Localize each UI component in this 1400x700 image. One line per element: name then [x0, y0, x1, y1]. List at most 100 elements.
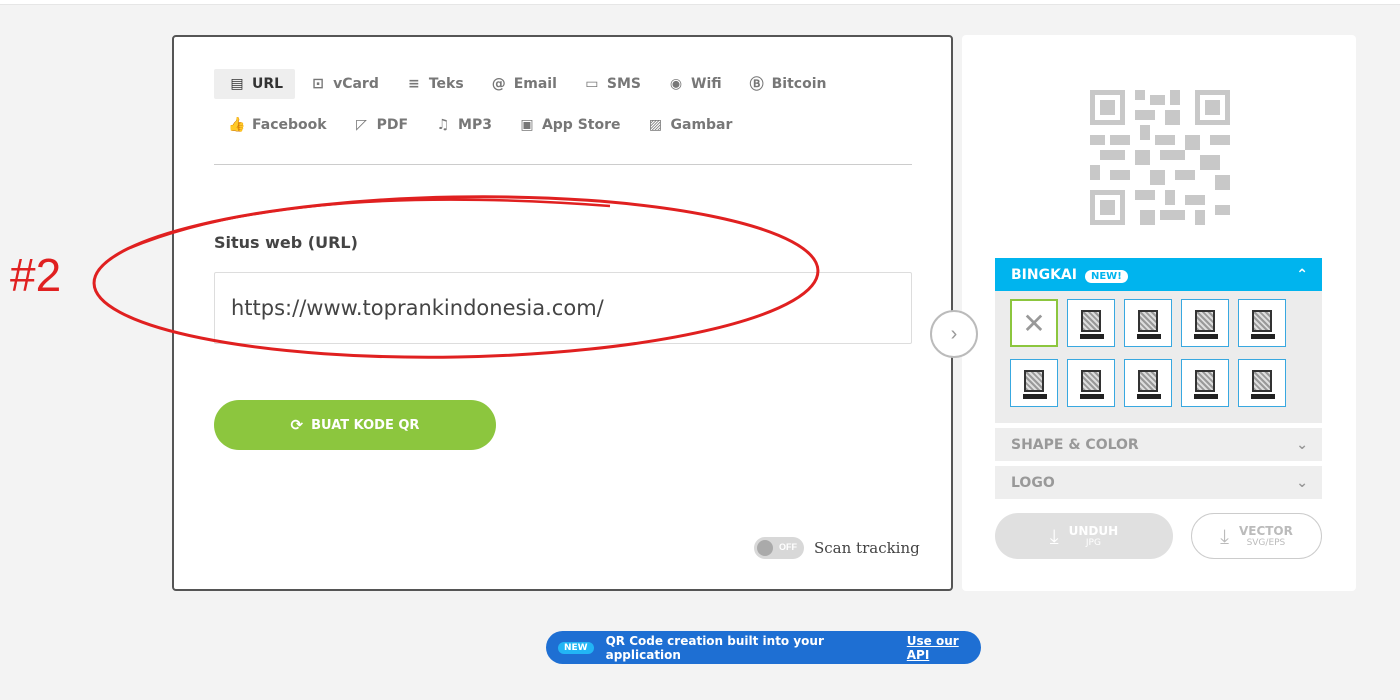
tab-facebook[interactable]: 👍 Facebook: [214, 110, 339, 140]
generate-qr-button[interactable]: ⟳ BUAT KODE QR: [214, 400, 496, 450]
toggle-knob: [757, 540, 773, 556]
text-icon: ≡: [407, 76, 420, 92]
tab-vcard[interactable]: ⊡ vCard: [295, 69, 391, 99]
pdf-icon: ◸: [356, 117, 367, 133]
download-vector-format: SVG/EPS: [1246, 538, 1286, 548]
frame-option[interactable]: [1067, 299, 1115, 347]
tab-gambar[interactable]: ▨ Gambar: [633, 110, 745, 140]
logo-title: LOGO: [1011, 474, 1055, 491]
chevron-down-icon: ⌄: [1296, 436, 1308, 453]
download-jpg-label: UNDUH: [1068, 524, 1119, 538]
frame-option[interactable]: [1010, 359, 1058, 407]
qr-code-preview: [1090, 90, 1230, 225]
tab-wifi[interactable]: ◉ Wifi: [653, 69, 734, 99]
tab-label: MP3: [458, 117, 492, 133]
use-api-link[interactable]: Use our API: [907, 634, 981, 662]
message-icon: ▭: [585, 76, 599, 92]
frame-caption-bar: [1080, 394, 1104, 399]
frame-caption-bar: [1023, 394, 1047, 399]
app-store-icon: ▣: [520, 117, 534, 133]
frame-thumbnail: [1081, 370, 1101, 392]
top-bar: [0, 0, 1400, 5]
frame-caption-bar: [1251, 394, 1275, 399]
tab-mp3[interactable]: ♫ MP3: [420, 110, 504, 140]
frame-caption-bar: [1137, 334, 1161, 339]
tab-label: Teks: [428, 76, 464, 92]
tab-label: Email: [513, 76, 557, 92]
frame-thumbnail: [1024, 370, 1044, 392]
download-jpg-button[interactable]: ⤓ UNDUH JPG: [995, 513, 1173, 559]
tab-label: URL: [252, 76, 284, 92]
annotation-label: #2: [10, 249, 62, 301]
next-step-button[interactable]: ›: [930, 310, 978, 358]
tab-label: Gambar: [670, 117, 733, 133]
frame-title: BINGKAI: [1011, 266, 1077, 283]
bitcoin-icon: Ⓑ: [749, 77, 764, 93]
logo-accordion: LOGO ⌄: [995, 466, 1322, 499]
logo-header[interactable]: LOGO ⌄: [995, 466, 1322, 499]
frame-thumbnail: [1081, 310, 1101, 332]
frame-caption-bar: [1137, 394, 1161, 399]
frame-caption-bar: [1194, 394, 1218, 399]
shape-color-header[interactable]: SHAPE & COLOR ⌄: [995, 428, 1322, 461]
download-jpg-format: JPG: [1085, 538, 1101, 548]
tab-app-store[interactable]: ▣ App Store: [504, 110, 633, 140]
tab-label: App Store: [541, 117, 621, 133]
tab-bitcoin[interactable]: Ⓑ Bitcoin: [734, 69, 839, 99]
frame-thumbnail: [1195, 310, 1215, 332]
frame-caption-bar: [1251, 334, 1275, 339]
download-vector-button[interactable]: ⤓ VECTOR SVG/EPS: [1191, 513, 1322, 559]
tab-teks[interactable]: ≡ Teks: [391, 69, 476, 99]
scan-tracking-label: Scan tracking: [814, 539, 920, 557]
download-icon: ⤓: [1220, 524, 1229, 548]
tab-pdf[interactable]: ◸ PDF: [339, 110, 420, 140]
toggle-state: OFF: [779, 542, 797, 552]
generate-qr-label: BUAT KODE QR: [311, 417, 420, 433]
frame-accordion-header[interactable]: BINGKAI NEW! ⌃: [995, 258, 1322, 291]
frame-option[interactable]: [1238, 299, 1286, 347]
url-icon: ▤: [230, 76, 244, 92]
scan-tracking: OFF Scan tracking: [754, 537, 920, 559]
frame-option[interactable]: [1124, 299, 1172, 347]
frame-option[interactable]: [1238, 359, 1286, 407]
frame-thumbnail: [1252, 370, 1272, 392]
qr-type-tabs: ▤ URL ⊡ vCard ≡ Teks @ Email ▭ SMS ◉ Wifi Ⓑ Bitcoin 👍…: [214, 69, 914, 151]
tab-label: PDF: [376, 117, 409, 133]
tab-label: SMS: [606, 76, 642, 92]
frame-thumbnail: [1252, 310, 1272, 332]
api-new-badge: NEW: [558, 641, 594, 654]
frame-option[interactable]: [1181, 299, 1229, 347]
tab-label: Bitcoin: [771, 76, 827, 92]
frame-option[interactable]: [1181, 359, 1229, 407]
tab-row-1: ▤ URL ⊡ vCard ≡ Teks @ Email ▭ SMS ◉ Wifi Ⓑ Bitcoin: [214, 69, 914, 101]
tab-sms[interactable]: ▭ SMS: [569, 69, 653, 99]
thumbs-up-icon: 👍: [228, 117, 246, 133]
wifi-icon: ◉: [669, 76, 683, 92]
frame-thumbnail: [1195, 370, 1215, 392]
frame-options: ✕: [995, 291, 1322, 423]
divider: [214, 164, 912, 165]
frame-thumbnail: [1138, 370, 1158, 392]
tab-email[interactable]: @ Email: [476, 69, 569, 99]
qr-preview-panel: BINGKAI NEW! ⌃ ✕ SHAPE & COLOR ⌄ LOGO ⌄ ⤓…: [962, 35, 1356, 591]
image-icon: ▨: [648, 117, 663, 133]
shape-color-title: SHAPE & COLOR: [1011, 436, 1139, 453]
frame-accordion: BINGKAI NEW! ⌃ ✕: [995, 258, 1322, 423]
close-icon: ✕: [1022, 308, 1046, 339]
new-badge: NEW!: [1084, 269, 1128, 283]
tab-label: vCard: [333, 76, 379, 92]
frame-option-none[interactable]: ✕: [1010, 299, 1058, 347]
scan-tracking-toggle[interactable]: OFF: [754, 537, 804, 559]
tab-url[interactable]: ▤ URL: [214, 69, 296, 99]
api-banner: NEW QR Code creation built into your app…: [546, 631, 981, 664]
chevron-right-icon: ›: [950, 322, 958, 345]
api-banner-text: QR Code creation built into your applica…: [605, 633, 824, 662]
tab-label: Wifi: [691, 76, 722, 92]
download-icon: ⤓: [1049, 524, 1059, 548]
frame-option[interactable]: [1124, 359, 1172, 407]
download-vector-label: VECTOR: [1238, 524, 1293, 538]
frame-option[interactable]: [1067, 359, 1115, 407]
frame-caption-bar: [1080, 334, 1104, 339]
annotation-ellipse: [92, 195, 820, 359]
music-icon: ♫: [436, 117, 450, 133]
